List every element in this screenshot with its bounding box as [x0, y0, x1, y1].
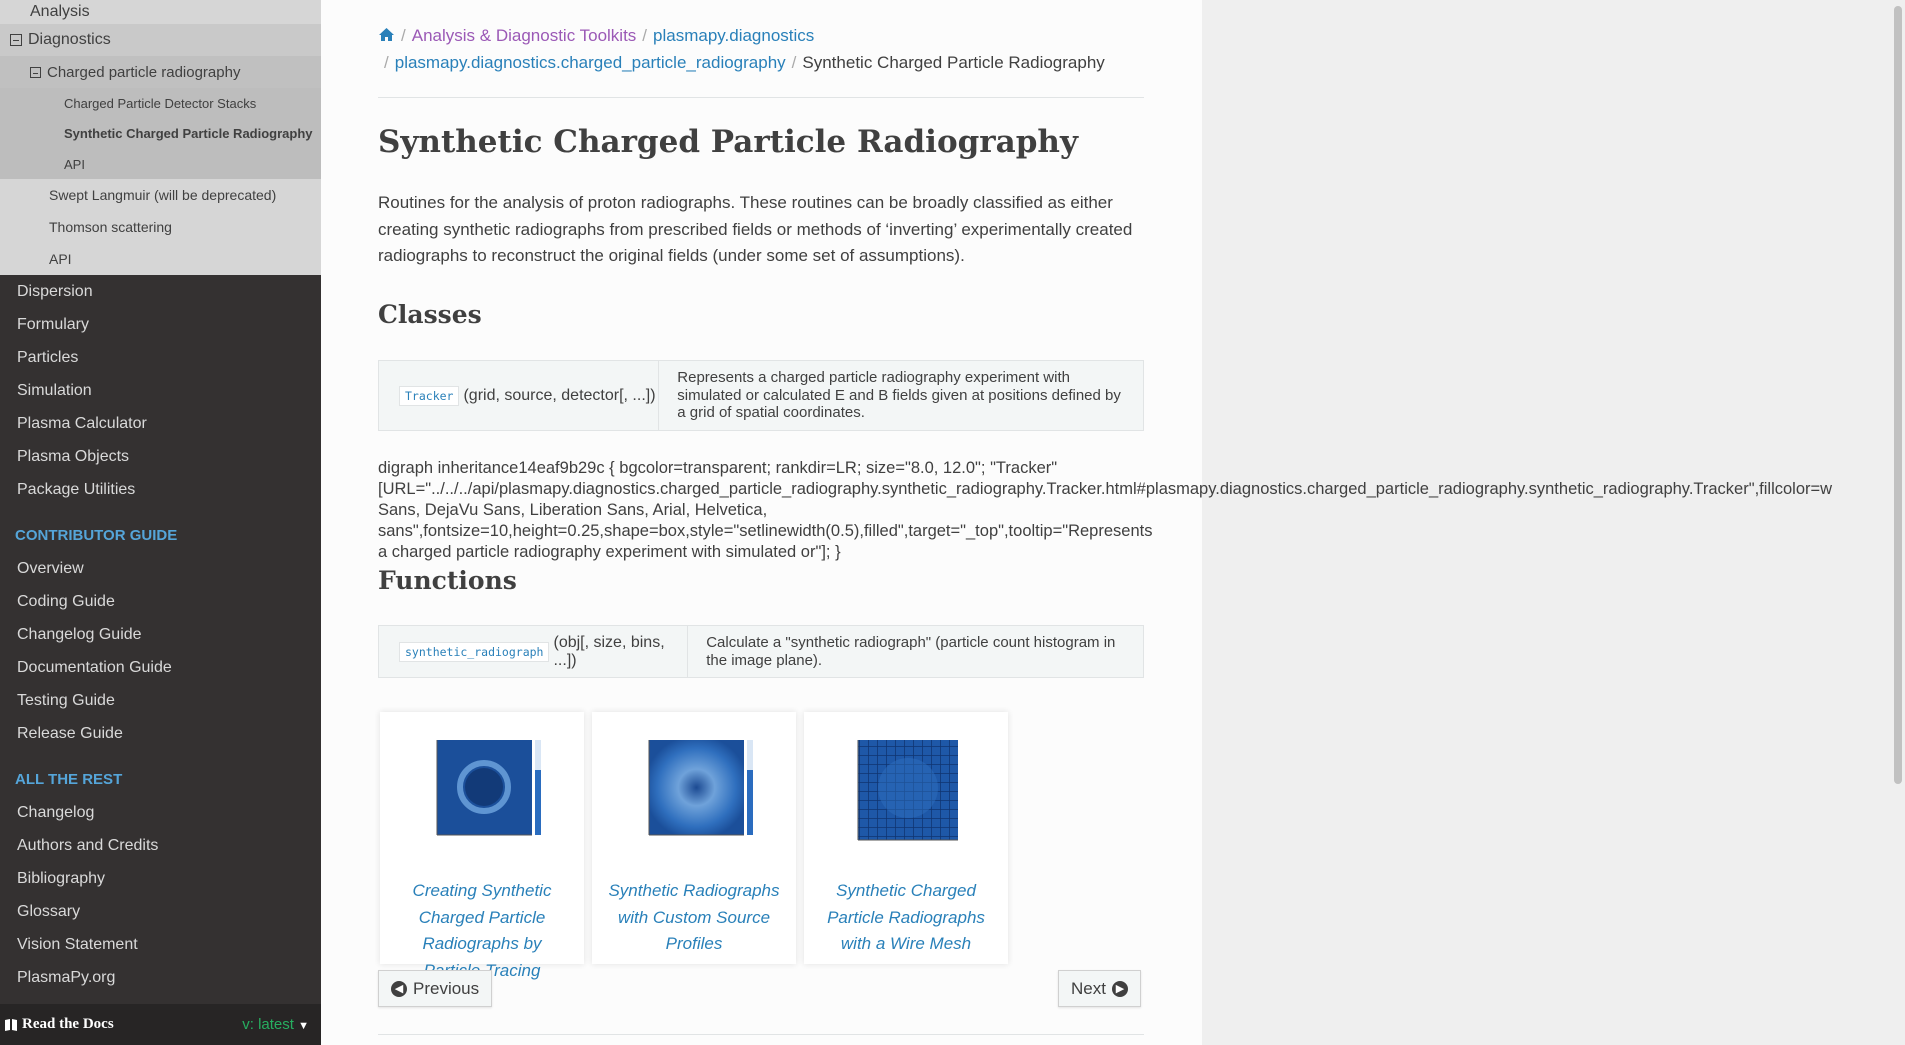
gallery-card[interactable]: Creating Synthetic Charged Particle Radi… — [380, 712, 584, 980]
gallery-card[interactable]: Synthetic Radiographs with Custom Source… — [592, 712, 796, 964]
sidebar-item-label: Swept Langmuir (will be deprecated) — [49, 187, 277, 203]
breadcrumb-link-diagnostics[interactable]: plasmapy.diagnostics — [653, 26, 814, 45]
version-selector[interactable]: v: latest ▼ — [242, 1016, 309, 1033]
functions-table: synthetic_radiograph (obj[, size, bins, .… — [378, 625, 1144, 678]
radiograph-ring-thumbnail — [417, 728, 547, 848]
class-description: Represents a charged particle radiograph… — [677, 369, 1121, 422]
sidebar-main-list: Dispersion Formulary Particles Simulatio… — [0, 275, 321, 994]
sidebar-item-label: API — [64, 156, 85, 172]
function-args: (obj[, size, bins, ...]) — [553, 633, 665, 669]
classes-heading: Classes — [378, 300, 482, 329]
dot-line: [URL="../../../api/plasmapy.diagnostics.… — [378, 480, 1833, 498]
synthetic-radiograph-link[interactable]: synthetic_radiograph — [399, 641, 550, 662]
sidebar-item-overview[interactable]: Overview — [0, 552, 321, 585]
sidebar-item-thomson[interactable]: Thomson scattering — [0, 211, 321, 242]
radiograph-custom-source-thumbnail — [629, 728, 759, 848]
arrow-right-circle-icon: ▶ — [1111, 980, 1128, 997]
sidebar-item-label: Diagnostics — [28, 31, 111, 48]
gallery-card[interactable]: Synthetic Charged Particle Radiographs w… — [804, 712, 1008, 964]
next-label: Next — [1071, 978, 1106, 998]
sidebar-item-simulation[interactable]: Simulation — [0, 374, 321, 407]
book-icon — [5, 1018, 17, 1031]
sidebar-item-coding-guide[interactable]: Coding Guide — [0, 585, 321, 618]
collapse-icon[interactable] — [10, 34, 22, 46]
function-description: Calculate a "synthetic radiograph" (part… — [706, 634, 1116, 669]
sidebar-item-swept-langmuir[interactable]: Swept Langmuir (will be deprecated) — [0, 179, 321, 211]
example-gallery: Creating Synthetic Charged Particle Radi… — [380, 712, 1008, 980]
sidebar-item-label: Thomson scattering — [49, 218, 172, 235]
sidebar-item-release-guide[interactable]: Release Guide — [0, 717, 321, 750]
sidebar-caption-contributor: CONTRIBUTOR GUIDE — [15, 527, 178, 544]
sidebar-item-label: Synthetic Charged Particle Radiography — [64, 126, 313, 141]
sidebar-item-detector-stacks[interactable]: Charged Particle Detector Stacks — [0, 88, 321, 118]
page-title: Synthetic Charged Particle Radiography — [378, 124, 1078, 160]
sidebar-item-formulary[interactable]: Formulary — [0, 308, 321, 341]
sidebar-item-plasma-objects[interactable]: Plasma Objects — [0, 440, 321, 473]
gallery-caption-link[interactable]: Synthetic Charged Particle Radiographs w… — [816, 878, 996, 958]
sidebar-nested-nav: Analysis Diagnostics Charged particle ra… — [0, 0, 321, 275]
radiograph-wire-mesh-thumbnail — [841, 728, 971, 848]
sidebar-item-cpr-api[interactable]: API — [0, 149, 321, 179]
sidebar-item-label: Charged Particle Detector Stacks — [64, 95, 257, 111]
version-label: v: latest — [242, 1016, 294, 1033]
sidebar-item-charged-particle-radiography[interactable]: Charged particle radiography — [0, 56, 321, 88]
functions-heading: Functions — [378, 566, 517, 595]
sidebar-item-diagnostics[interactable]: Diagnostics — [0, 24, 321, 56]
breadcrumb-current: Synthetic Charged Particle Radiography — [802, 53, 1105, 72]
sidebar-item-plasmapy-org[interactable]: PlasmaPy.org — [0, 961, 321, 994]
previous-label: Previous — [413, 978, 480, 998]
sidebar-item-vision-statement[interactable]: Vision Statement — [0, 928, 321, 961]
sidebar-item-particles[interactable]: Particles — [0, 341, 321, 374]
classes-table: Tracker (grid, source, detector[, ...]) R… — [378, 360, 1144, 431]
sidebar-item-authors[interactable]: Authors and Credits — [0, 829, 321, 862]
sidebar-item-changelog-guide[interactable]: Changelog Guide — [0, 618, 321, 651]
gallery-caption-link[interactable]: Synthetic Radiographs with Custom Source… — [604, 878, 784, 958]
sidebar-item-synthetic-radiography[interactable]: Synthetic Charged Particle Radiography — [0, 118, 321, 149]
sidebar-item-label: Charged particle radiography — [47, 63, 241, 81]
sidebar-item-glossary[interactable]: Glossary — [0, 895, 321, 928]
collapse-icon[interactable] — [30, 66, 41, 78]
function-signature: synthetic_radiograph (obj[, size, bins, .… — [379, 626, 689, 677]
intro-paragraph: Routines for the analysis of proton radi… — [378, 193, 1133, 265]
footer-divider — [378, 1034, 1144, 1035]
sidebar-item-documentation-guide[interactable]: Documentation Guide — [0, 651, 321, 684]
read-the-docs-label: Read the Docs — [22, 1016, 114, 1032]
home-icon[interactable] — [378, 27, 395, 42]
dot-line: digraph inheritance14eaf9b29c { bgcolor=… — [378, 459, 1058, 477]
sidebar-item-diag-api[interactable]: API — [0, 242, 321, 275]
caret-down-icon: ▼ — [298, 1020, 309, 1032]
sidebar-item-label: Analysis — [30, 3, 90, 20]
read-the-docs-brand[interactable]: Read the Docs — [4, 1016, 114, 1033]
sidebar-item-testing-guide[interactable]: Testing Guide — [0, 684, 321, 717]
breadcrumb-link-cpr[interactable]: plasmapy.diagnostics.charged_particle_ra… — [395, 53, 786, 72]
sidebar-item-bibliography[interactable]: Bibliography — [0, 862, 321, 895]
sidebar-item-package-utilities[interactable]: Package Utilities — [0, 473, 321, 506]
divider — [378, 97, 1144, 98]
read-the-docs-bar[interactable]: Read the Docs v: latest ▼ — [0, 1004, 321, 1045]
breadcrumb: / Analysis & Diagnostic Toolkits / plasmapy… — [378, 22, 1144, 76]
previous-button[interactable]: ◀ Previous — [378, 970, 493, 1007]
sidebar-caption-all-the-rest: ALL THE REST — [15, 771, 123, 788]
sidebar-item-label: API — [49, 250, 72, 267]
sidebar: Analysis Diagnostics Charged particle ra… — [0, 0, 321, 1045]
dot-line: sans",fontsize=10,height=0.25,shape=box,… — [378, 522, 1153, 540]
scrollbar-thumb[interactable] — [1894, 6, 1902, 784]
sidebar-item-dispersion[interactable]: Dispersion — [0, 275, 321, 308]
breadcrumb-link-toolkits[interactable]: Analysis & Diagnostic Toolkits — [412, 26, 637, 45]
class-args: (grid, source, detector[, ...]) — [463, 386, 656, 404]
sidebar-item-analysis[interactable]: Analysis — [0, 0, 321, 24]
dot-line: Sans, DejaVu Sans, Liberation Sans, Aria… — [378, 501, 768, 519]
gallery-caption-link[interactable]: Creating Synthetic Charged Particle Radi… — [392, 878, 572, 984]
sidebar-item-changelog[interactable]: Changelog — [0, 796, 321, 829]
dot-line: a charged particle radiography experimen… — [378, 543, 841, 561]
next-button[interactable]: Next ▶ — [1058, 970, 1141, 1007]
sidebar-item-plasma-calculator[interactable]: Plasma Calculator — [0, 407, 321, 440]
tracker-link[interactable]: Tracker — [399, 385, 460, 406]
inheritance-diagram-source: digraph inheritance14eaf9b29c { bgcolor=… — [378, 458, 1905, 563]
class-signature: Tracker (grid, source, detector[, ...]) — [379, 361, 660, 430]
arrow-left-circle-icon: ◀ — [391, 980, 407, 997]
